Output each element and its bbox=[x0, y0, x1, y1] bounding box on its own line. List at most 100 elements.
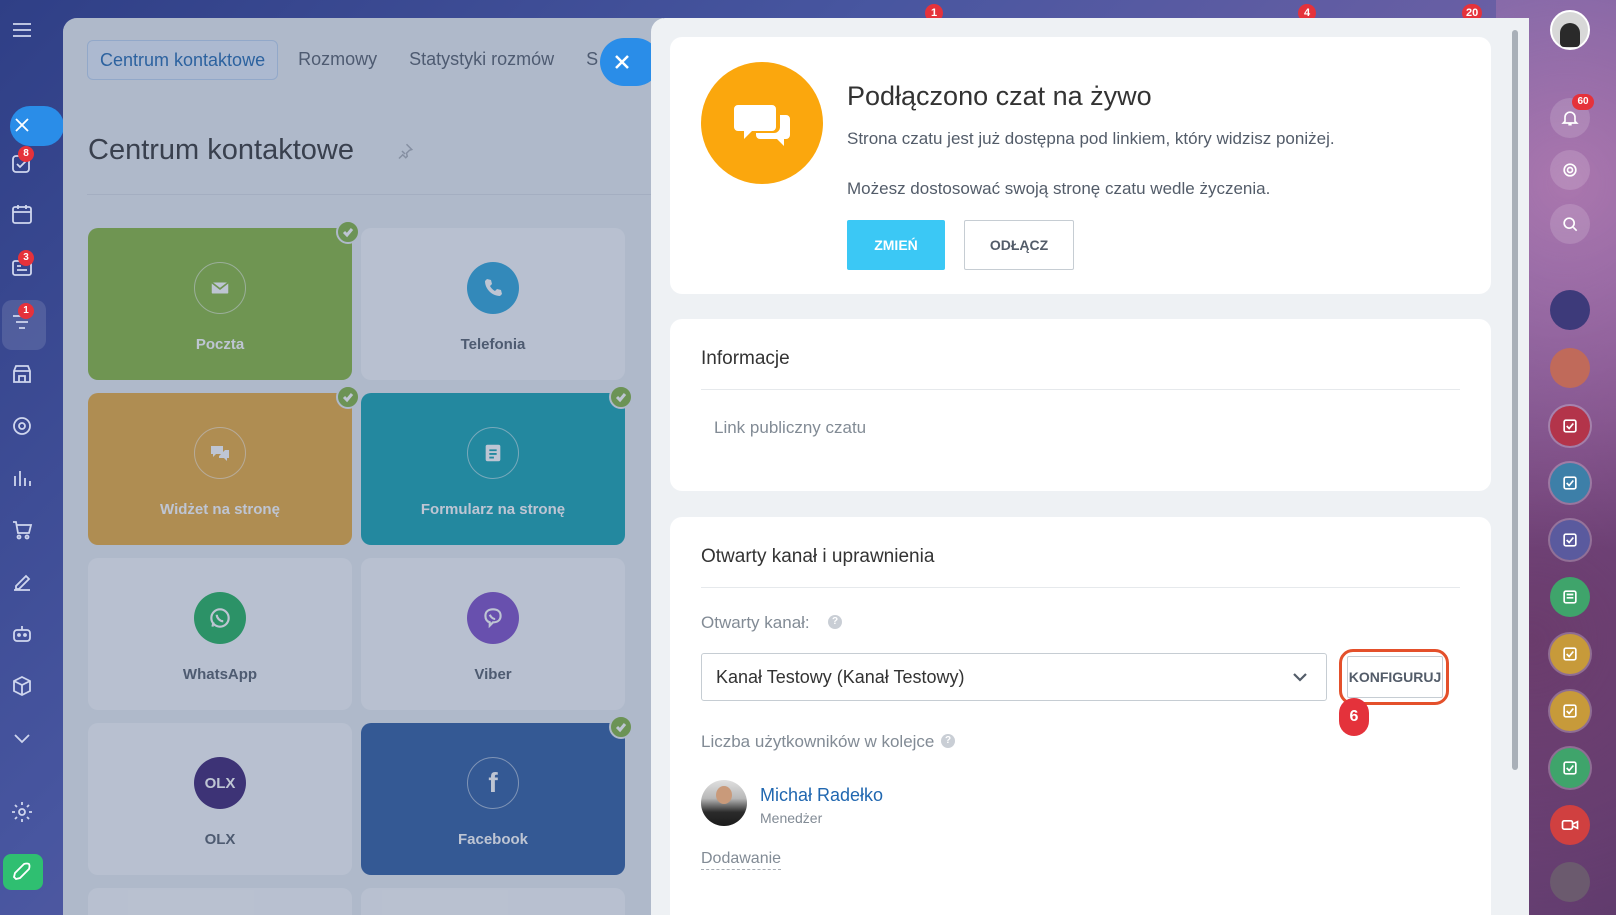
calendar-icon[interactable] bbox=[10, 202, 36, 228]
connected-check-icon bbox=[336, 385, 360, 409]
search-chats-button[interactable] bbox=[1550, 204, 1590, 244]
task-chat-icon[interactable] bbox=[1550, 634, 1590, 674]
tile-label: WhatsApp bbox=[182, 666, 258, 683]
target-icon[interactable] bbox=[10, 414, 36, 440]
channel-select[interactable]: Kanał Testowy (Kanał Testowy) bbox=[701, 653, 1327, 701]
task-chat-icon[interactable] bbox=[1550, 748, 1590, 788]
tab-conversations[interactable]: Rozmowy bbox=[286, 40, 389, 80]
divider bbox=[701, 389, 1460, 390]
user-role: Menedżer bbox=[760, 810, 823, 826]
robot-icon[interactable] bbox=[10, 622, 36, 648]
task-chat-icon[interactable] bbox=[1550, 520, 1590, 560]
user-name-link[interactable]: Michał Radełko bbox=[760, 785, 883, 806]
whatsapp-icon bbox=[194, 592, 246, 644]
channel-select-value: Kanał Testowy (Kanał Testowy) bbox=[716, 667, 965, 687]
cart-icon[interactable] bbox=[10, 518, 36, 544]
section-heading: Informacje bbox=[701, 348, 790, 369]
avatar[interactable] bbox=[1550, 862, 1590, 902]
tile-telephony[interactable]: Telefonia bbox=[361, 228, 625, 380]
information-card: Informacje Link publiczny czatu bbox=[670, 319, 1491, 491]
chat-icon bbox=[194, 427, 246, 479]
notifications-badge: 60 bbox=[1572, 94, 1594, 110]
task-chat-icon[interactable] bbox=[1550, 406, 1590, 446]
scrollbar[interactable] bbox=[1512, 30, 1518, 770]
avatar[interactable] bbox=[701, 780, 747, 826]
tile-label: Widżet na stronę bbox=[160, 501, 280, 518]
open-channel-card: Otwarty kanał i uprawnienia Otwarty kana… bbox=[670, 517, 1491, 915]
viber-icon bbox=[467, 592, 519, 644]
channel-label: Otwarty kanał: bbox=[701, 613, 810, 632]
tile-label: Formularz na stronę bbox=[420, 501, 566, 518]
copilot-icon bbox=[1563, 163, 1577, 177]
help-icon[interactable]: ? bbox=[941, 734, 955, 748]
tile-whatsapp[interactable]: WhatsApp bbox=[88, 558, 352, 710]
configure-button[interactable]: KONFIGURUJ bbox=[1347, 656, 1443, 698]
close-icon bbox=[615, 55, 629, 69]
crm-badge: 1 bbox=[18, 303, 34, 319]
copilot-button[interactable] bbox=[1550, 150, 1590, 190]
tile-label: Telefonia bbox=[460, 336, 526, 353]
divider bbox=[87, 194, 663, 195]
tab-conversation-stats[interactable]: Statystyki rozmów bbox=[397, 40, 566, 80]
tile-olx[interactable]: OLX OLX bbox=[88, 723, 352, 875]
contact-center-panel: Centrum kontaktowe Rozmowy Statystyki ro… bbox=[63, 18, 663, 915]
search-icon bbox=[1563, 217, 1578, 232]
tile-partial bbox=[361, 888, 625, 915]
tile-site-form[interactable]: Formularz na stronę bbox=[361, 385, 633, 545]
divider bbox=[701, 587, 1460, 588]
tasks-badge: 8 bbox=[18, 146, 34, 162]
signature-icon[interactable] bbox=[10, 570, 36, 596]
menu-icon[interactable] bbox=[10, 18, 36, 44]
chevron-down-icon[interactable] bbox=[10, 726, 36, 752]
analytics-icon[interactable] bbox=[10, 466, 36, 492]
store-icon[interactable] bbox=[10, 362, 36, 388]
tab-contact-center[interactable]: Centrum kontaktowe bbox=[87, 40, 279, 80]
tile-viber[interactable]: Viber bbox=[361, 558, 625, 710]
live-chat-text: Strona czatu jest już dostępna pod linki… bbox=[847, 129, 1335, 148]
queue-label: Liczba użytkowników w kolejce bbox=[701, 732, 935, 751]
pin-icon[interactable] bbox=[396, 142, 418, 164]
feed-chat-icon[interactable] bbox=[1550, 577, 1590, 617]
live-chat-text: Możesz dostosować swoją stronę czatu wed… bbox=[847, 179, 1271, 198]
tile-label: Poczta bbox=[195, 336, 245, 353]
avatar[interactable] bbox=[1550, 290, 1590, 330]
detach-button[interactable]: ODŁĄCZ bbox=[964, 220, 1074, 270]
video-call-icon[interactable] bbox=[1550, 805, 1590, 845]
close-icon[interactable] bbox=[10, 113, 36, 139]
connected-check-icon bbox=[336, 220, 360, 244]
add-user-link[interactable]: Dodawanie bbox=[701, 850, 782, 870]
chevron-down-icon bbox=[1293, 673, 1307, 682]
avatar[interactable] bbox=[1550, 348, 1590, 388]
settings-gear-icon[interactable] bbox=[10, 800, 36, 826]
live-chat-connected-card: Podłączono czat na żywo Strona czatu jes… bbox=[670, 37, 1491, 294]
phone-icon bbox=[467, 262, 519, 314]
tile-partial bbox=[88, 888, 352, 915]
connected-check-icon bbox=[609, 715, 633, 739]
tile-facebook[interactable]: f Facebook bbox=[361, 715, 633, 875]
page-title: Centrum kontaktowe bbox=[88, 134, 354, 166]
tile-site-widget[interactable]: Widżet na stronę bbox=[88, 385, 360, 545]
live-chat-settings-slider: Podłączono czat na żywo Strona czatu jes… bbox=[651, 18, 1529, 915]
task-chat-icon[interactable] bbox=[1550, 463, 1590, 503]
left-navigation: 8 3 1 bbox=[0, 0, 64, 915]
task-chat-icon[interactable] bbox=[1550, 691, 1590, 731]
tile-label: Viber bbox=[474, 666, 512, 683]
form-icon bbox=[467, 427, 519, 479]
contact-center-tabs: Centrum kontaktowe Rozmowy Statystyki ro… bbox=[87, 40, 618, 80]
section-heading: Otwarty kanał i uprawnienia bbox=[701, 546, 935, 567]
olx-icon: OLX bbox=[194, 757, 246, 809]
facebook-icon: f bbox=[467, 757, 519, 809]
step-number-badge: 6 bbox=[1339, 698, 1369, 736]
feed-badge: 3 bbox=[18, 250, 34, 266]
live-chat-title: Podłączono czat na żywo bbox=[847, 81, 1152, 111]
change-button[interactable]: ZMIEŃ bbox=[847, 220, 945, 270]
rocket-icon bbox=[11, 860, 37, 886]
live-chat-logo-icon bbox=[701, 62, 823, 184]
help-icon[interactable]: ? bbox=[828, 615, 842, 629]
bell-icon bbox=[1561, 111, 1579, 126]
tile-mail[interactable]: Poczta bbox=[88, 220, 360, 380]
avatar[interactable] bbox=[1550, 10, 1590, 50]
box-icon[interactable] bbox=[10, 674, 36, 700]
public-link-label: Link publiczny czatu bbox=[714, 418, 867, 437]
connected-check-icon bbox=[609, 385, 633, 409]
